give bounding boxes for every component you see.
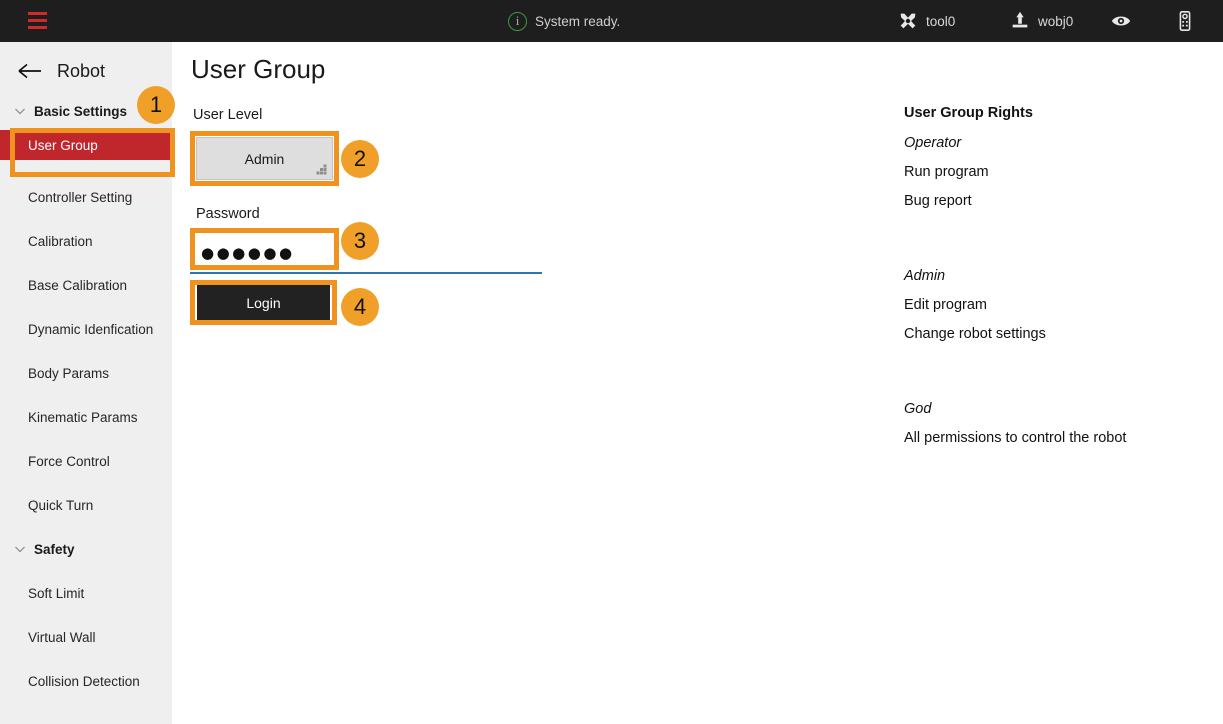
- resize-grip-triangle-icon: [316, 164, 327, 175]
- system-status: i System ready.: [508, 0, 620, 42]
- toolbar-workobject-selector[interactable]: wobj0: [1009, 0, 1073, 42]
- sidebar-group-label: Basic Settings: [34, 104, 127, 119]
- sidebar-group-label: Safety: [34, 542, 75, 557]
- eye-icon: [1110, 10, 1132, 32]
- sidebar-item-label: Calibration: [28, 234, 93, 249]
- back-arrow-icon: [18, 63, 42, 79]
- chevron-down-icon: [14, 105, 26, 117]
- sidebar-item-collision-detection[interactable]: Collision Detection: [0, 666, 172, 696]
- password-label: Password: [196, 206, 260, 222]
- rights-permission: Run program: [904, 164, 989, 180]
- sidebar-item-calibration[interactable]: Calibration: [0, 226, 172, 256]
- user-level-value: Admin: [245, 151, 285, 167]
- sidebar-item-force-control[interactable]: Force Control: [0, 446, 172, 476]
- annotation-badge-4: 4: [341, 288, 379, 326]
- sidebar-group-safety[interactable]: Safety: [0, 536, 172, 562]
- sidebar-item-quick-turn[interactable]: Quick Turn: [0, 490, 172, 520]
- sidebar-item-kinematic-params[interactable]: Kinematic Params: [0, 402, 172, 432]
- sidebar-item-soft-limit[interactable]: Soft Limit: [0, 578, 172, 608]
- user-level-dropdown[interactable]: Admin: [196, 137, 333, 180]
- rights-permission: Change robot settings: [904, 326, 1046, 342]
- rights-permission: Edit program: [904, 297, 987, 313]
- sidebar-back-header[interactable]: Robot: [0, 50, 172, 92]
- teach-pendant-icon: [1174, 10, 1196, 32]
- tool-wrench-icon: [897, 10, 919, 32]
- sidebar-item-label: User Group: [28, 138, 98, 153]
- toolbar-teach-pendant[interactable]: [1174, 0, 1196, 42]
- rights-permission: All permissions to control the robot: [904, 430, 1126, 446]
- user-level-label: User Level: [193, 107, 262, 123]
- sidebar-item-base-calibration[interactable]: Base Calibration: [0, 270, 172, 300]
- sidebar-title: Robot: [57, 61, 105, 82]
- sidebar: Robot Basic Settings User Group Controll…: [0, 42, 172, 724]
- sidebar-item-label: Body Params: [28, 366, 109, 381]
- toolbar-workobject-label: wobj0: [1038, 14, 1073, 29]
- page-title: User Group: [191, 54, 325, 85]
- sidebar-item-user-group[interactable]: User Group: [0, 130, 172, 160]
- sidebar-item-label: Collision Detection: [28, 674, 140, 689]
- password-input[interactable]: ●●●●●●: [196, 230, 333, 268]
- chevron-down-icon: [14, 543, 26, 555]
- toolbar-visibility-toggle[interactable]: [1110, 0, 1132, 42]
- rights-group-name-admin: Admin: [904, 268, 945, 284]
- info-circle-icon: i: [508, 12, 527, 31]
- workobject-icon: [1009, 10, 1031, 32]
- form-divider: [190, 272, 542, 274]
- sidebar-item-body-params[interactable]: Body Params: [0, 358, 172, 388]
- sidebar-item-dynamic-identification[interactable]: Dynamic Idenfication: [0, 314, 172, 344]
- login-button[interactable]: Login: [197, 285, 330, 320]
- sidebar-item-label: Controller Setting: [28, 190, 132, 205]
- sidebar-item-label: Soft Limit: [28, 586, 84, 601]
- application-window: i System ready. tool0 wobj0: [0, 0, 1223, 724]
- toolbar-tool-label: tool0: [926, 14, 955, 29]
- password-value: ●●●●●●: [201, 244, 295, 262]
- sidebar-item-virtual-wall[interactable]: Virtual Wall: [0, 622, 172, 652]
- rights-group-name-god: God: [904, 401, 931, 417]
- login-button-label: Login: [246, 295, 280, 311]
- toolbar-tool-selector[interactable]: tool0: [897, 0, 955, 42]
- sidebar-item-label: Virtual Wall: [28, 630, 96, 645]
- sidebar-item-label: Force Control: [28, 454, 110, 469]
- hamburger-menu-icon[interactable]: [28, 12, 47, 29]
- sidebar-item-label: Quick Turn: [28, 498, 93, 513]
- sidebar-item-label: Dynamic Idenfication: [28, 322, 153, 337]
- rights-panel-title: User Group Rights: [904, 105, 1033, 121]
- sidebar-item-label: Base Calibration: [28, 278, 127, 293]
- sidebar-group-basic-settings[interactable]: Basic Settings: [0, 98, 172, 124]
- annotation-badge-3: 3: [341, 222, 379, 260]
- annotation-badge-2: 2: [341, 140, 379, 178]
- rights-permission: Bug report: [904, 193, 972, 209]
- sidebar-item-controller-setting[interactable]: Controller Setting: [0, 182, 172, 212]
- status-text: System ready.: [535, 14, 620, 29]
- top-bar: i System ready. tool0 wobj0: [0, 0, 1223, 42]
- rights-group-name-operator: Operator: [904, 135, 961, 151]
- sidebar-item-label: Kinematic Params: [28, 410, 138, 425]
